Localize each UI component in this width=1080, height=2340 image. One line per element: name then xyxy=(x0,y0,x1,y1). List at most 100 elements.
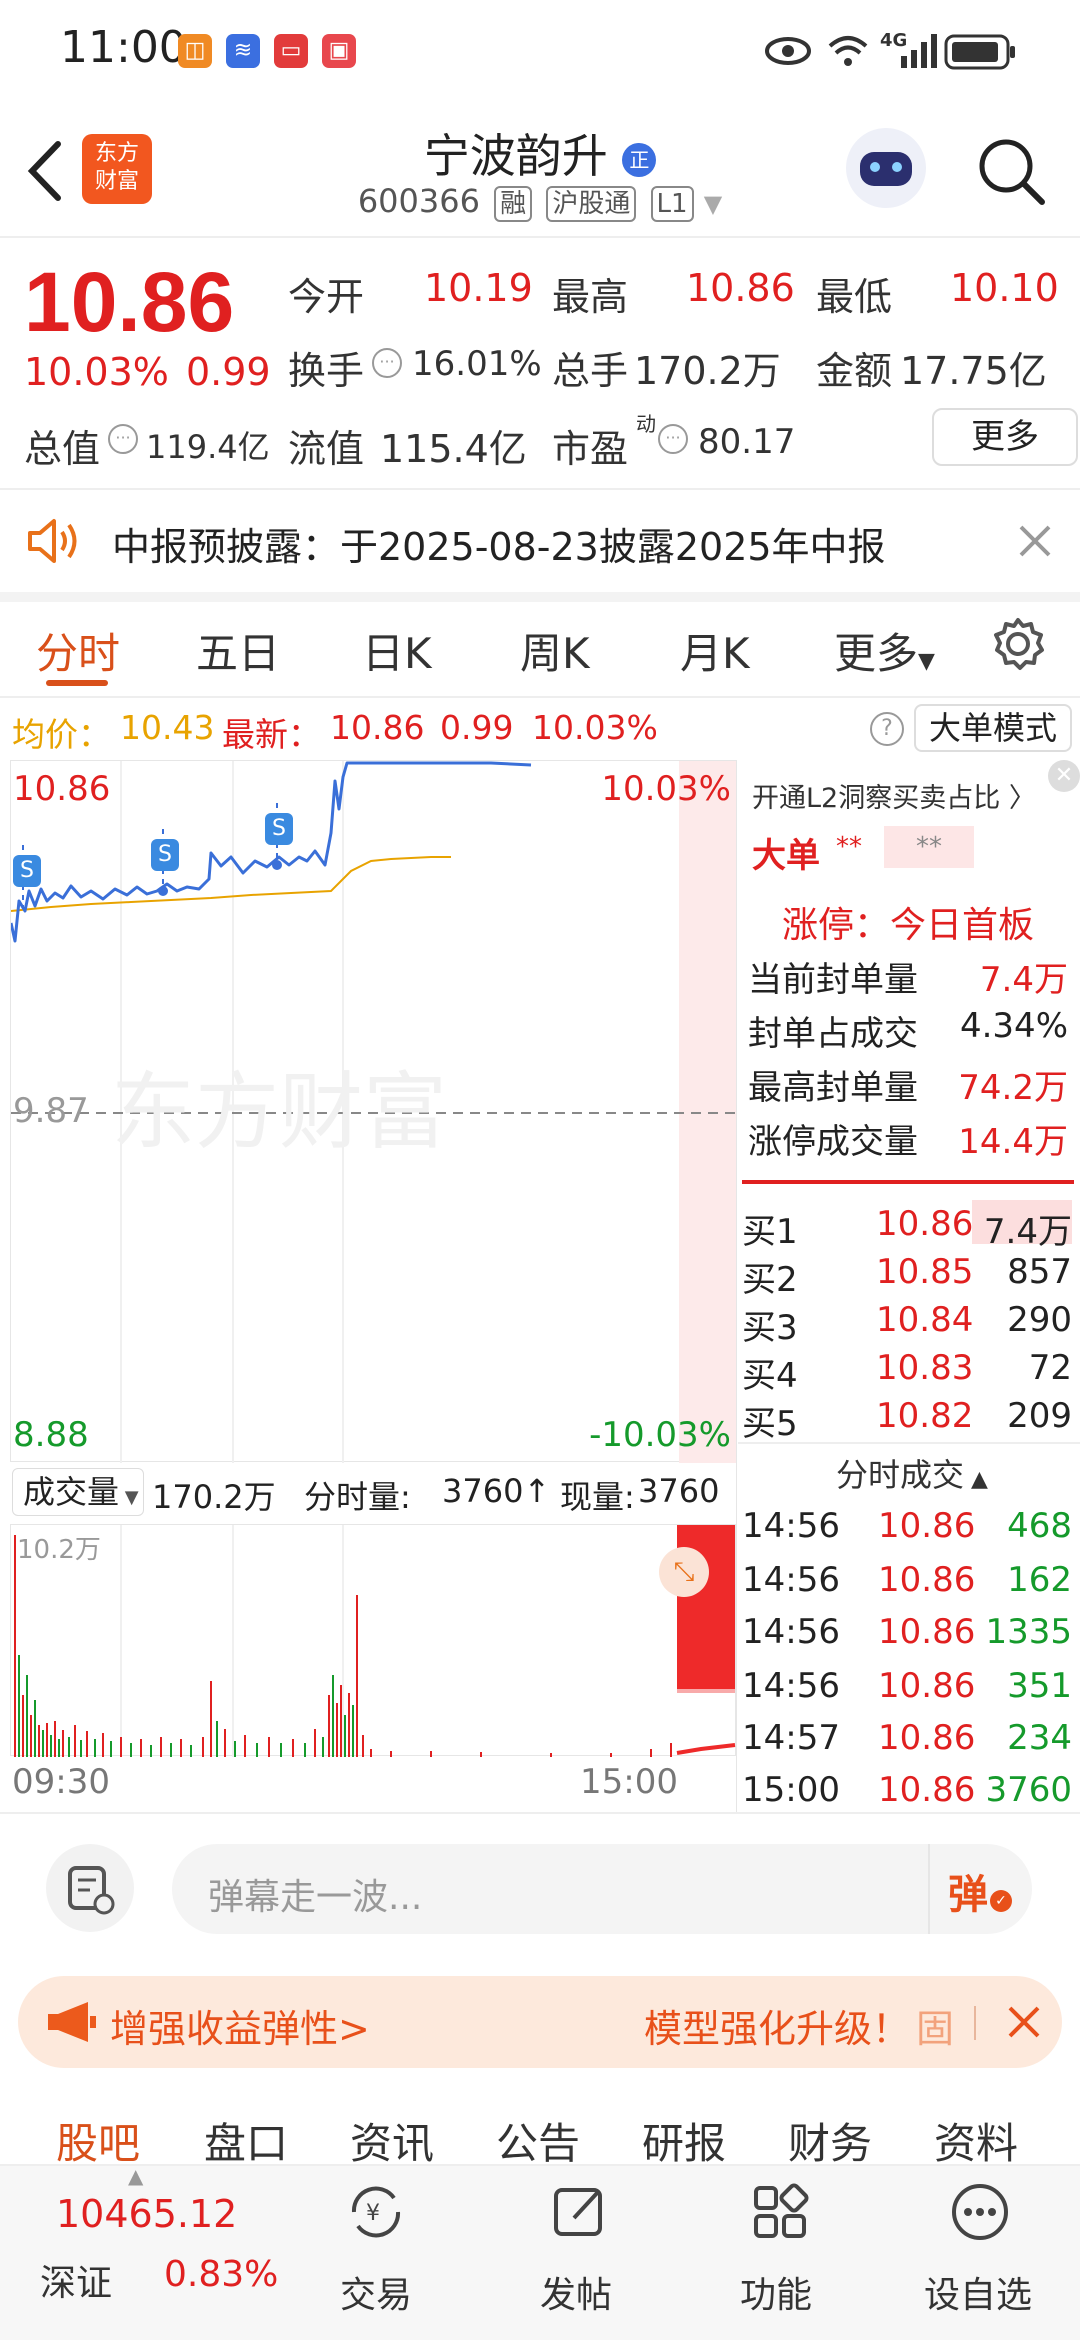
grid-function-icon[interactable] xyxy=(748,2180,812,2244)
tab-weekly-k[interactable]: 周K xyxy=(520,620,590,681)
status-bar: 11:00 ◫ ≋ ▭ ▣ 4G xyxy=(0,0,1080,104)
nav-functions[interactable]: 功能 xyxy=(740,2266,812,2318)
compose-icon[interactable] xyxy=(548,2180,612,2244)
bid-label: 买2 xyxy=(742,1260,798,1300)
l2-upgrade-link[interactable]: 开通L2洞察买卖占比 〉 xyxy=(752,776,1036,815)
tab-intraday[interactable]: 分时 xyxy=(36,620,120,681)
dropdown-triangle-icon[interactable]: ▼ xyxy=(704,190,722,218)
comment-settings-button[interactable] xyxy=(46,1844,134,1932)
check-icon: ✓ xyxy=(990,1890,1012,1912)
time-end-label: 15:00 xyxy=(580,1762,678,1802)
l2-upgrade-text: 开通L2洞察买卖占比 xyxy=(752,783,1001,814)
tick-volume: 351 xyxy=(1007,1666,1072,1706)
more-dots-icon[interactable] xyxy=(948,2180,1012,2244)
info-dot-icon[interactable]: ··· xyxy=(658,424,688,454)
tick-volume: 234 xyxy=(1007,1718,1072,1758)
tab-announcements[interactable]: 公告 xyxy=(496,2110,580,2171)
bid-volume: 72 xyxy=(1028,1348,1072,1388)
nav-post[interactable]: 发帖 xyxy=(540,2266,612,2318)
open-label: 今开 xyxy=(288,275,365,319)
tick-volume: 162 xyxy=(1007,1560,1072,1600)
tab-order-book[interactable]: 盘口 xyxy=(204,2110,288,2171)
expand-chart-button[interactable]: ⤡ xyxy=(659,1547,709,1597)
close-icon[interactable] xyxy=(1018,524,1052,558)
help-icon[interactable]: ? xyxy=(870,712,904,746)
message-notification-icon: ▭ xyxy=(274,34,308,68)
tab-more-label: 更多 xyxy=(834,629,919,678)
mktcap-value: 119.4亿 xyxy=(146,428,270,466)
chevron-right-icon: 〉 xyxy=(1000,783,1036,814)
volume-value: 170.2万 xyxy=(634,349,781,393)
speaker-icon xyxy=(28,519,77,563)
float-label: 流值 xyxy=(288,427,365,471)
volume-selector[interactable]: 成交量 ▼ xyxy=(12,1468,144,1516)
tab-research[interactable]: 研报 xyxy=(642,2110,726,2171)
panel-close-icon[interactable]: ✕ xyxy=(1048,760,1080,792)
tick-price: 10.86 xyxy=(878,1612,976,1652)
intraday-chart[interactable]: 东方财富 S S S 10.86 10.03% 9.87 8.88 -10.03… xyxy=(9,760,737,1463)
nav-add-watchlist[interactable]: 设自选 xyxy=(924,2266,1032,2318)
ticks-title: 分时成交 xyxy=(836,1456,965,1494)
tick-price: 10.86 xyxy=(878,1718,976,1758)
stock-code: 600366 xyxy=(357,182,480,220)
ticks-header[interactable]: 分时成交 ▲ xyxy=(836,1450,988,1496)
tab-profile[interactable]: 资料 xyxy=(934,2110,1018,2171)
sell-marker[interactable]: S xyxy=(265,813,293,845)
tab-monthly-k[interactable]: 月K xyxy=(680,620,750,681)
float-value: 115.4亿 xyxy=(380,427,527,471)
news-notification-icon: ▣ xyxy=(322,34,356,68)
tab-more[interactable]: 更多▼ xyxy=(834,620,935,681)
search-icon[interactable] xyxy=(976,136,1046,206)
change-amount: 0.99 xyxy=(186,350,271,394)
close-icon[interactable] xyxy=(1006,2004,1042,2040)
verified-badge-icon: 正 xyxy=(622,142,657,177)
nav-trade[interactable]: 交易 xyxy=(340,2266,412,2318)
tick-time: 14:56 xyxy=(742,1612,840,1652)
info-dot-icon[interactable]: ··· xyxy=(372,348,402,378)
notice-bar[interactable]: 中报预披露：于2025-08-23披露2025年中报 xyxy=(0,496,1080,586)
open-value: 10.19 xyxy=(424,266,533,310)
chart-bottom-pct: -10.03% xyxy=(589,1415,731,1455)
limit-row-value: 74.2万 xyxy=(958,1068,1068,1108)
tab-daily-k[interactable]: 日K xyxy=(362,620,432,681)
tick-time: 14:56 xyxy=(742,1560,840,1600)
big-order-label: 大单 xyxy=(752,836,820,876)
big-order-mode-button[interactable]: 大单模式 xyxy=(914,704,1072,752)
collapse-caret-icon[interactable]: ▲ xyxy=(128,2164,143,2188)
sell-marker[interactable]: S xyxy=(151,839,179,871)
tab-five-day[interactable]: 五日 xyxy=(196,620,280,681)
trade-icon[interactable]: ¥ xyxy=(344,2180,408,2244)
settings-gear-icon[interactable] xyxy=(990,616,1046,672)
danmu-input[interactable]: 弹幕走一波... 弹 ✓ xyxy=(172,1844,1032,1934)
voice-notification-icon: ≋ xyxy=(226,34,260,68)
limit-row-value: 14.4万 xyxy=(958,1122,1068,1162)
caret-down-icon: ▼ xyxy=(119,1487,139,1508)
eye-icon xyxy=(765,37,811,65)
tick-volume: 1335 xyxy=(985,1612,1072,1652)
tab-guba[interactable]: 股吧 xyxy=(56,2110,140,2171)
volume-chart[interactable]: 10.2万 ⤡ xyxy=(10,1524,736,1757)
sell-marker[interactable]: S xyxy=(13,855,41,887)
signal-icon xyxy=(901,34,937,68)
danmu-toggle-button[interactable]: 弹 ✓ xyxy=(928,1844,1032,1934)
chart-mid-price: 9.87 xyxy=(13,1091,89,1131)
low-label: 最低 xyxy=(816,275,893,319)
notice-text: 中报预披露：于2025-08-23披露2025年中报 xyxy=(112,525,886,569)
order-book-divider xyxy=(742,1180,1074,1184)
bid-price: 10.84 xyxy=(876,1300,974,1340)
info-dot-icon[interactable]: ··· xyxy=(108,424,138,454)
volume-selector-label: 成交量 xyxy=(23,1473,120,1511)
bid-volume: 290 xyxy=(1007,1300,1072,1340)
tick-time: 14:56 xyxy=(742,1506,840,1546)
caret-down-icon: ▼ xyxy=(918,649,935,674)
promo-banner[interactable]: 增强收益弹性> 模型强化升级！ 固 xyxy=(18,1976,1062,2068)
sell-marker-label: S xyxy=(20,858,34,883)
tab-news[interactable]: 资讯 xyxy=(350,2110,434,2171)
latest-pct: 10.03% xyxy=(532,708,658,747)
chart-top-price: 10.86 xyxy=(13,769,111,809)
tab-finance[interactable]: 财务 xyxy=(788,2110,872,2171)
more-button[interactable]: 更多 xyxy=(932,408,1078,466)
robot-assistant-avatar[interactable] xyxy=(846,128,926,208)
index-value[interactable]: 10465.12 xyxy=(56,2192,237,2236)
tick-time: 14:57 xyxy=(742,1718,840,1758)
